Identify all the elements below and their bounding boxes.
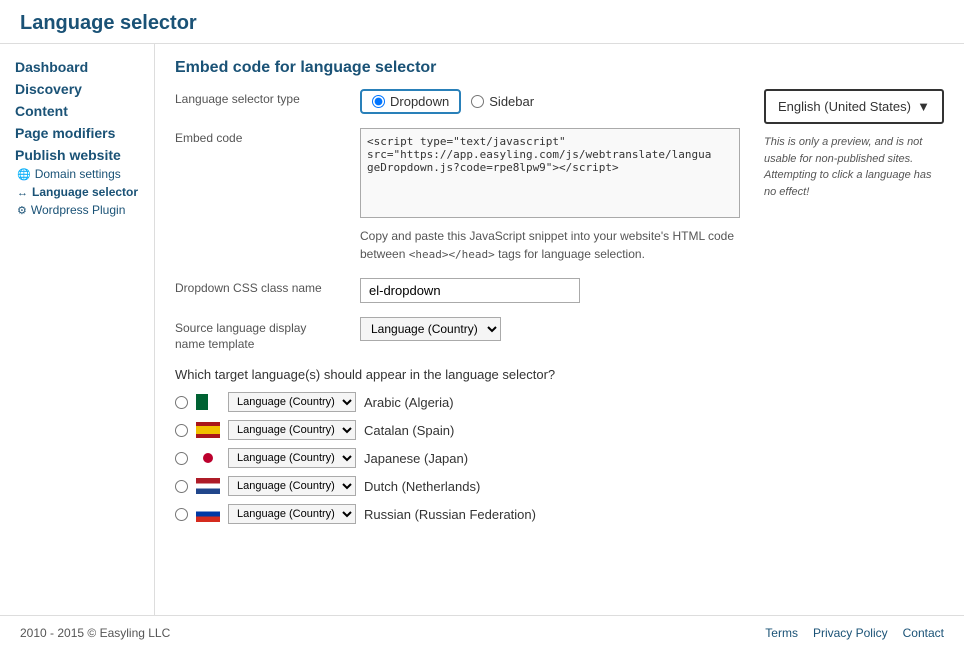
content-area: Embed code for language selector Languag… <box>155 44 964 615</box>
source-lang-row: Source language displayname template Lan… <box>175 317 744 354</box>
languages-question: Which target language(s) should appear i… <box>175 367 744 382</box>
lang-template-nl[interactable]: Language (Country) <box>228 476 356 496</box>
section-title: Embed code for language selector <box>175 59 944 77</box>
embed-code-row: Embed code <script type="text/javascript… <box>175 128 744 264</box>
lang-radio-jp[interactable] <box>175 452 188 465</box>
selector-type-label: Language selector type <box>175 89 360 106</box>
list-item: Language (Country) Catalan (Spain) <box>175 420 744 440</box>
sidebar-item-discovery[interactable]: Discovery <box>15 81 139 97</box>
sidebar-item-publish-website[interactable]: Publish website <box>15 147 121 163</box>
sidebar: Dashboard Discovery Content Page modifie… <box>0 44 155 615</box>
lang-name-ru: Russian (Russian Federation) <box>364 507 536 522</box>
footer-links: Terms Privacy Policy Contact <box>765 626 944 640</box>
flag-dz <box>196 394 220 410</box>
flag-es <box>196 422 220 438</box>
source-lang-label: Source language displayname template <box>175 317 360 354</box>
lang-template-dz[interactable]: Language (Country) <box>228 392 356 412</box>
embed-help-text: Copy and paste this JavaScript snippet i… <box>360 227 740 264</box>
source-lang-select[interactable]: Language (Country) <box>360 317 501 341</box>
sidebar-item-language-selector[interactable]: Language selector <box>17 185 139 199</box>
preview-dropdown[interactable]: English (United States) ▼ <box>764 89 944 124</box>
radio-dropdown-input[interactable] <box>372 95 385 108</box>
sidebar-sub-items: Domain settings Language selector Wordpr… <box>15 167 139 217</box>
lang-radio-dz[interactable] <box>175 396 188 409</box>
css-class-control <box>360 278 744 303</box>
flag-ru <box>196 506 220 522</box>
lang-name-nl: Dutch (Netherlands) <box>364 479 480 494</box>
wp-icon <box>17 203 27 217</box>
lang-radio-es[interactable] <box>175 424 188 437</box>
footer-link-privacy[interactable]: Privacy Policy <box>813 626 888 640</box>
sidebar-item-content[interactable]: Content <box>15 103 139 119</box>
list-item: Language (Country) Japanese (Japan) <box>175 448 744 468</box>
sidebar-item-dashboard[interactable]: Dashboard <box>15 59 139 75</box>
footer: 2010 - 2015 © Easyling LLC Terms Privacy… <box>0 615 964 650</box>
flag-nl <box>196 478 220 494</box>
languages-section: Which target language(s) should appear i… <box>175 367 744 524</box>
list-item: Language (Country) Russian (Russian Fede… <box>175 504 744 524</box>
lang-template-jp[interactable]: Language (Country) <box>228 448 356 468</box>
sidebar-item-domain-settings[interactable]: Domain settings <box>17 167 139 181</box>
globe-icon <box>17 167 31 181</box>
flag-jp <box>196 450 220 466</box>
lang-template-ru[interactable]: Language (Country) <box>228 504 356 524</box>
list-item: Language (Country) Arabic (Algeria) <box>175 392 744 412</box>
preview-dropdown-text: English (United States) <box>778 99 911 114</box>
css-class-row: Dropdown CSS class name <box>175 278 744 303</box>
lang-name-jp: Japanese (Japan) <box>364 451 468 466</box>
radio-sidebar[interactable]: Sidebar <box>471 94 534 109</box>
chevron-down-icon: ▼ <box>917 99 930 114</box>
footer-link-terms[interactable]: Terms <box>765 626 798 640</box>
sidebar-item-wordpress-plugin[interactable]: Wordpress Plugin <box>17 203 139 217</box>
lang-radio-ru[interactable] <box>175 508 188 521</box>
radio-sidebar-label: Sidebar <box>489 94 534 109</box>
embed-code-label: Embed code <box>175 128 360 145</box>
embed-code-control: <script type="text/javascript" src="http… <box>360 128 744 264</box>
lang-radio-nl[interactable] <box>175 480 188 493</box>
sidebar-item-page-modifiers[interactable]: Page modifiers <box>15 125 139 141</box>
css-class-label: Dropdown CSS class name <box>175 278 360 295</box>
preview-note: This is only a preview, and is not usabl… <box>764 134 944 200</box>
lang-template-es[interactable]: Language (Country) <box>228 420 356 440</box>
radio-dropdown-label: Dropdown <box>390 94 449 109</box>
radio-dropdown[interactable]: Dropdown <box>360 89 461 114</box>
list-item: Language (Country) Dutch (Netherlands) <box>175 476 744 496</box>
form-section: Language selector type Dropdown Sidebar <box>175 89 744 532</box>
radio-group: Dropdown Sidebar <box>360 89 744 114</box>
radio-sidebar-input[interactable] <box>471 95 484 108</box>
embed-code-textarea[interactable]: <script type="text/javascript" src="http… <box>360 128 740 218</box>
lang-name-es: Catalan (Spain) <box>364 423 454 438</box>
source-lang-control: Language (Country) <box>360 317 744 341</box>
arrows-icon <box>17 185 28 199</box>
preview-area: English (United States) ▼ This is only a… <box>744 89 944 200</box>
footer-copyright: 2010 - 2015 © Easyling LLC <box>20 626 170 640</box>
selector-type-row: Language selector type Dropdown Sidebar <box>175 89 744 114</box>
top-section: Language selector type Dropdown Sidebar <box>175 89 944 532</box>
page-title: Language selector <box>20 12 944 35</box>
css-class-input[interactable] <box>360 278 580 303</box>
footer-link-contact[interactable]: Contact <box>903 626 944 640</box>
lang-name-dz: Arabic (Algeria) <box>364 395 454 410</box>
